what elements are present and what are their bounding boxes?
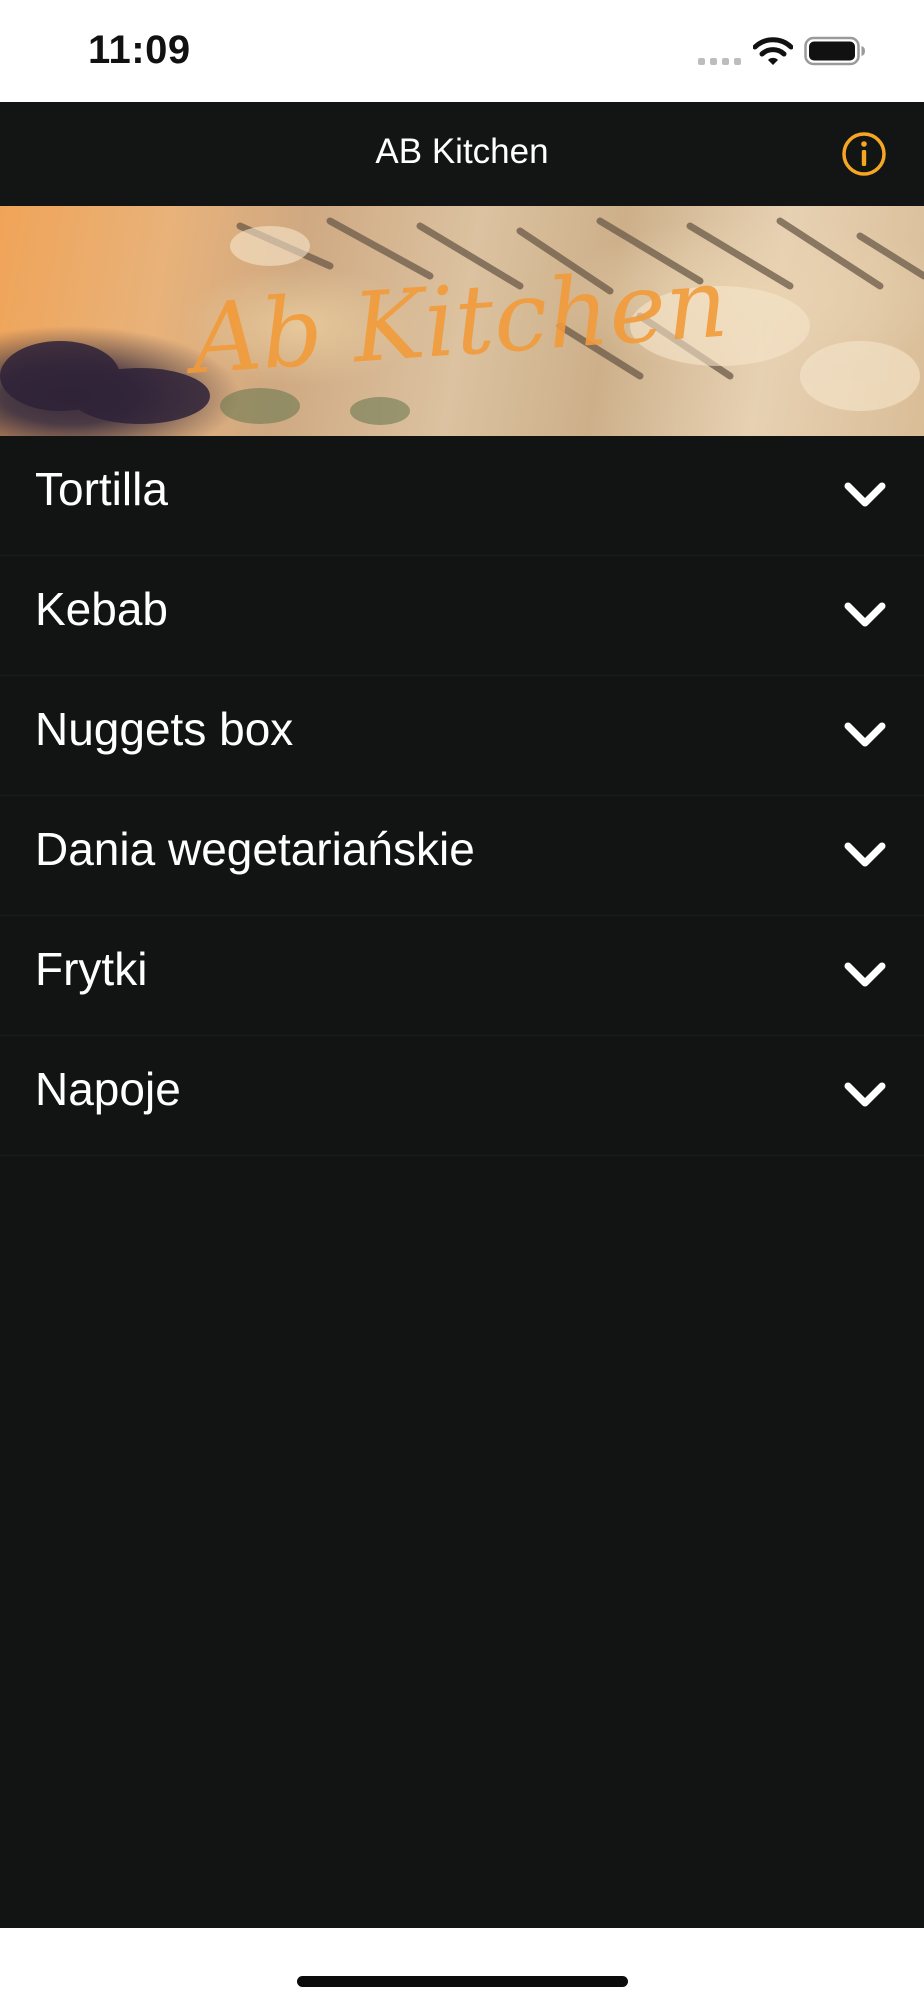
chevron-down-icon[interactable] xyxy=(843,480,887,510)
home-indicator[interactable] xyxy=(297,1976,628,1987)
chevron-down-icon[interactable] xyxy=(843,600,887,630)
signal-icon xyxy=(698,58,741,65)
battery-icon xyxy=(804,36,865,66)
chevron-down-icon[interactable] xyxy=(843,1080,887,1110)
category-item-napoje[interactable]: Napoje xyxy=(0,1036,924,1156)
category-label: Nuggets box xyxy=(35,703,294,755)
category-label: Kebab xyxy=(35,583,169,635)
wifi-icon xyxy=(753,37,793,65)
chevron-down-icon[interactable] xyxy=(843,960,887,990)
home-indicator-area xyxy=(0,1928,924,2000)
category-item-frytki[interactable]: Frytki xyxy=(0,916,924,1036)
banner-image: Ab Kitchen xyxy=(0,206,924,436)
app-screen: 11:09 AB Kitchen Ab Kitchen Tortilla Keb… xyxy=(0,0,924,2000)
category-item-nuggets-box[interactable]: Nuggets box xyxy=(0,676,924,796)
category-label: Dania wegetariańskie xyxy=(35,823,475,875)
category-label: Tortilla xyxy=(35,463,168,515)
kitchen-logo: Ab Kitchen xyxy=(180,247,731,397)
category-label: Napoje xyxy=(35,1063,181,1115)
status-time: 11:09 xyxy=(88,28,191,72)
chevron-down-icon[interactable] xyxy=(843,720,887,750)
category-item-kebab[interactable]: Kebab xyxy=(0,556,924,676)
category-list: Tortilla Kebab Nuggets box Dania wegetar… xyxy=(0,436,924,1928)
category-item-vegetarian[interactable]: Dania wegetariańskie xyxy=(0,796,924,916)
svg-text:Ab Kitchen: Ab Kitchen xyxy=(180,247,731,397)
info-icon[interactable] xyxy=(841,131,887,177)
category-item-tortilla[interactable]: Tortilla xyxy=(0,436,924,556)
chevron-down-icon[interactable] xyxy=(843,840,887,870)
category-label: Frytki xyxy=(35,943,148,995)
status-bar: 11:09 xyxy=(0,0,924,102)
navigation-bar: AB Kitchen xyxy=(0,102,924,206)
page-title: AB Kitchen xyxy=(375,132,549,171)
